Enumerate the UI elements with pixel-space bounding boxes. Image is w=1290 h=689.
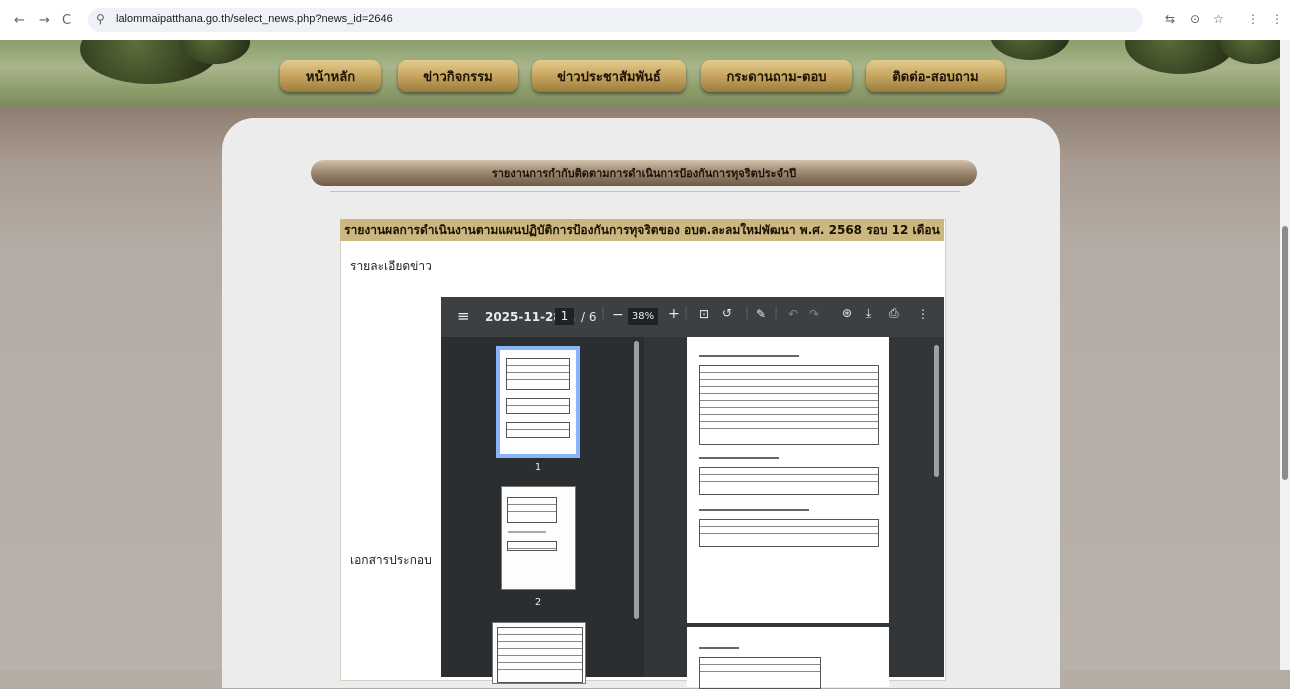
banner-tree-image	[1220, 40, 1280, 64]
annotate-icon[interactable]: ✎	[756, 307, 766, 321]
section-divider	[330, 191, 960, 192]
pdf-viewer[interactable]: ≡ 2025-11-28... 1 / 6 | − 38% + | ⊡ ↺ | …	[441, 297, 944, 689]
pdf-page-1	[687, 337, 889, 623]
more-options-icon[interactable]: ⋮	[917, 307, 929, 321]
fit-page-icon[interactable]: ⊡	[699, 307, 709, 321]
zoom-out-icon[interactable]: −	[612, 307, 624, 323]
page-scrollbar[interactable]	[1280, 40, 1290, 670]
undo-icon[interactable]: ↶	[788, 307, 798, 321]
nav-home[interactable]: หน้าหลัก	[280, 60, 381, 92]
pdf-toolbar: ≡ 2025-11-28... 1 / 6 | − 38% + | ⊡ ↺ | …	[441, 297, 944, 337]
thumbnail-page-2[interactable]	[502, 487, 575, 589]
pdf-scrollbar[interactable]	[934, 345, 939, 477]
nav-announcements[interactable]: ข่าวประชาสัมพันธ์	[532, 60, 686, 92]
bookmark-star-icon[interactable]: ☆	[1213, 12, 1224, 26]
password-key-icon[interactable]: ⊙	[1190, 12, 1200, 26]
download-icon[interactable]: ⤓	[866, 306, 871, 321]
forward-icon[interactable]: →	[39, 13, 50, 28]
browser-toolbar: ← → C ⚲ lalommaipatthana.go.th/select_ne…	[0, 0, 1290, 41]
banner-tree-image	[1125, 40, 1235, 74]
translate-icon[interactable]: ⇆	[1165, 12, 1175, 26]
address-bar[interactable]: ⚲ lalommaipatthana.go.th/select_news.php…	[88, 8, 1143, 32]
reload-icon[interactable]: C	[62, 13, 71, 28]
site-banner: หน้าหลัก ข่าวกิจกรรม ข่าวประชาสัมพันธ์ ก…	[0, 40, 1280, 108]
menu-icon[interactable]: ⋮	[1271, 12, 1283, 26]
print-icon[interactable]: ⎙	[889, 306, 899, 321]
nav-contact[interactable]: ติดต่อ-สอบถาม	[866, 60, 1005, 92]
url-text[interactable]: lalommaipatthana.go.th/select_news.php?n…	[116, 13, 393, 25]
page-total: / 6	[581, 310, 597, 324]
zoom-input[interactable]: 38%	[628, 308, 658, 325]
section-title: รายงานการกำกับติดตามการดำเนินการป้องกันก…	[311, 160, 977, 186]
pdf-page-2	[687, 627, 889, 689]
pdf-thumbnail-sidebar: 1 2	[441, 337, 644, 683]
nav-activities[interactable]: ข่าวกิจกรรม	[398, 60, 518, 92]
thumbnail-scrollbar[interactable]	[634, 341, 639, 619]
back-icon[interactable]: ←	[14, 13, 25, 28]
thumbnail-page-3[interactable]	[493, 623, 585, 683]
news-title: รายงานผลการดำเนินงานตามแผนปฏิบัติการป้อง…	[340, 219, 944, 241]
attachment-label: เอกสารประกอบ	[350, 553, 432, 567]
thumbnail-number: 2	[534, 597, 542, 608]
thumbnail-number: 1	[534, 462, 542, 473]
sidebar-toggle-icon[interactable]: ≡	[457, 307, 470, 325]
banner-tree-image	[990, 40, 1070, 60]
nav-qa-board[interactable]: กระดานถาม-ตอบ	[701, 60, 852, 92]
zoom-in-icon[interactable]: +	[668, 306, 680, 322]
redo-icon[interactable]: ↷	[809, 307, 819, 321]
rotate-icon[interactable]: ↺	[722, 306, 732, 320]
profile-icon[interactable]: ⋮	[1247, 12, 1259, 26]
ai-assist-icon[interactable]: ⊛	[842, 306, 852, 320]
page-number-input[interactable]: 1	[555, 308, 574, 325]
site-info-icon[interactable]: ⚲	[96, 12, 105, 26]
detail-label: รายละเอียดข่าว	[350, 259, 432, 273]
thumbnail-page-1[interactable]	[500, 350, 576, 454]
